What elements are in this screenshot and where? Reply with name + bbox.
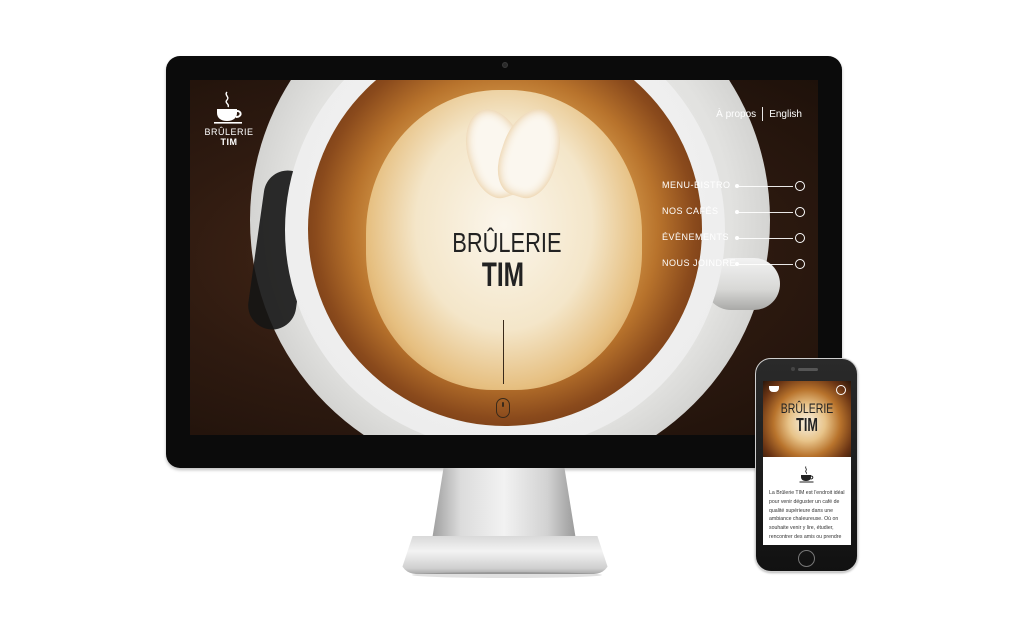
desktop-website-screen: BRÛLERIE TIM À propos English MENU-BISTR… <box>190 80 818 435</box>
phone-camera <box>791 367 795 371</box>
phone-home-button[interactable] <box>798 550 815 567</box>
logo-word-tim: TIM <box>220 137 238 147</box>
menu-item-cafes[interactable]: NOS CAFÉS <box>662 206 812 232</box>
menu-line <box>739 263 793 265</box>
menu-line <box>739 185 793 187</box>
mobile-hero-image: BRÛLERIE TIM <box>763 381 851 457</box>
coffee-cup-icon <box>799 466 814 483</box>
monitor-stand-neck <box>432 468 576 540</box>
top-nav: À propos English <box>716 107 802 121</box>
mobile-phone: BRÛLERIE TIM La Brûlerie TIM est l'endro… <box>755 358 858 572</box>
menu-item-label: NOUS JOINDRE <box>662 258 737 268</box>
site-logo[interactable]: BRÛLERIE TIM <box>198 90 260 147</box>
site-logo-text: BRÛLERIE TIM <box>198 127 260 147</box>
section-menu: MENU-BISTRO NOS CAFÉS ÉVÈNEMENTS NOUS JO… <box>662 180 812 284</box>
mobile-logo-icon[interactable] <box>769 386 779 392</box>
hero-divider-line <box>503 320 504 384</box>
nav-link-about[interactable]: À propos <box>716 109 756 120</box>
monitor-stand-base <box>400 536 610 574</box>
mobile-menu-icon[interactable] <box>836 385 846 395</box>
coffee-cup-icon <box>214 91 242 124</box>
menu-ring-icon <box>795 207 805 217</box>
mobile-website-screen: BRÛLERIE TIM La Brûlerie TIM est l'endro… <box>763 381 851 545</box>
nav-separator <box>762 107 764 121</box>
desktop-monitor: BRÛLERIE TIM À propos English MENU-BISTR… <box>166 56 842 468</box>
scroll-mouse-icon[interactable] <box>496 398 510 418</box>
menu-item-bistro[interactable]: MENU-BISTRO <box>662 180 812 206</box>
phone-speaker <box>798 368 818 371</box>
monitor-stand-shadow <box>412 572 602 578</box>
menu-line <box>739 237 793 239</box>
webcam <box>502 62 508 68</box>
nav-link-english[interactable]: English <box>769 109 802 120</box>
menu-ring-icon <box>795 181 805 191</box>
menu-item-joindre[interactable]: NOUS JOINDRE <box>662 258 812 284</box>
menu-line <box>739 211 793 213</box>
hero-title-line2: TIM <box>481 256 525 294</box>
menu-item-evenements[interactable]: ÉVÈNEMENTS <box>662 232 812 258</box>
menu-item-label: ÉVÈNEMENTS <box>662 232 730 242</box>
hero-title-line1: BRÛLERIE <box>452 227 562 258</box>
menu-item-label: MENU-BISTRO <box>662 180 731 190</box>
mobile-hero-title-line2: TIM <box>796 415 818 435</box>
menu-item-label: NOS CAFÉS <box>662 206 719 216</box>
mobile-intro-text: La Brûlerie TIM est l'endroit idéal pour… <box>769 490 845 540</box>
hero-title: BRÛLERIE TIM <box>438 227 568 294</box>
menu-ring-icon <box>795 233 805 243</box>
mobile-hero-title-line1: BRÛLERIE <box>780 400 834 416</box>
menu-ring-icon <box>795 259 805 269</box>
mobile-hero-title: BRÛLERIE TIM <box>763 400 851 435</box>
logo-word-brulerie: BRÛLERIE <box>204 127 254 137</box>
